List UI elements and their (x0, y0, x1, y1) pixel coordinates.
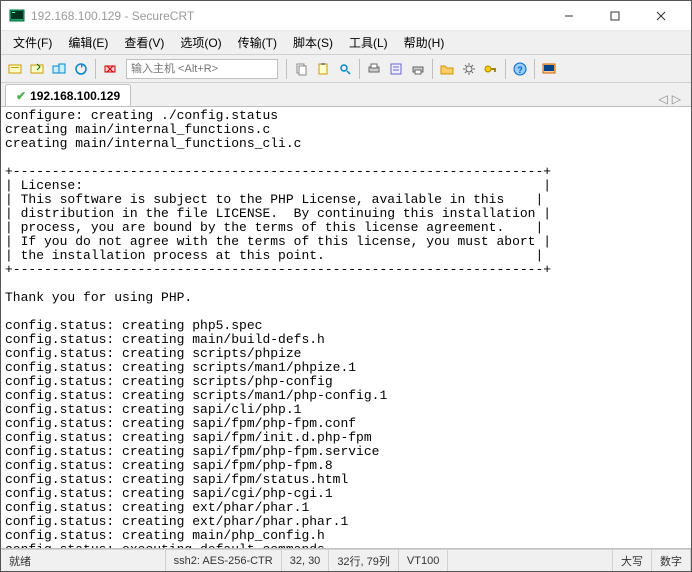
separator (359, 59, 360, 79)
print-icon[interactable] (364, 59, 384, 79)
tab-prev-icon[interactable]: ◁ (659, 92, 668, 106)
status-spacer (448, 550, 613, 571)
app-icon (9, 8, 25, 24)
menu-options[interactable]: 选项(O) (172, 32, 229, 53)
window-title: 192.168.100.129 - SecureCRT (31, 9, 546, 23)
properties-icon[interactable] (386, 59, 406, 79)
menu-help[interactable]: 帮助(H) (396, 32, 453, 53)
connect-icon[interactable] (5, 59, 25, 79)
menubar: 文件(F) 编辑(E) 查看(V) 选项(O) 传输(T) 脚本(S) 工具(L… (1, 31, 691, 55)
status-caps: 大写 (613, 550, 652, 571)
key-icon[interactable] (481, 59, 501, 79)
menu-tools[interactable]: 工具(L) (341, 32, 396, 53)
find-icon[interactable] (335, 59, 355, 79)
session-tab[interactable]: ✔ 192.168.100.129 (5, 84, 131, 106)
terminal-output[interactable]: configure: creating ./config.status crea… (1, 107, 691, 549)
paste-icon[interactable] (313, 59, 333, 79)
svg-text:?: ? (517, 65, 523, 75)
tab-next-icon[interactable]: ▷ (672, 92, 681, 106)
separator (505, 59, 506, 79)
titlebar: 192.168.100.129 - SecureCRT (1, 1, 691, 31)
menu-view[interactable]: 查看(V) (116, 32, 172, 53)
folder-icon[interactable] (437, 59, 457, 79)
statusbar: 就绪 ssh2: AES-256-CTR 32, 30 32行, 79列 VT1… (1, 549, 691, 571)
menu-script[interactable]: 脚本(S) (285, 32, 341, 53)
close-button[interactable] (638, 2, 683, 30)
status-size: 32行, 79列 (329, 550, 399, 571)
settings-icon[interactable] (459, 59, 479, 79)
tab-nav: ◁ ▷ (659, 92, 687, 106)
host-input[interactable] (126, 59, 278, 79)
quick-connect-icon[interactable] (27, 59, 47, 79)
separator (432, 59, 433, 79)
screen-icon[interactable] (539, 59, 559, 79)
minimize-button[interactable] (546, 2, 591, 30)
disconnect-icon[interactable] (100, 59, 120, 79)
tabbar: ✔ 192.168.100.129 ◁ ▷ (1, 83, 691, 107)
check-icon: ✔ (16, 89, 26, 103)
status-ready: 就绪 (1, 550, 166, 571)
status-cursor: 32, 30 (282, 550, 330, 571)
print2-icon[interactable] (408, 59, 428, 79)
menu-edit[interactable]: 编辑(E) (60, 32, 116, 53)
session-tabs-icon[interactable] (49, 59, 69, 79)
separator (95, 59, 96, 79)
separator (286, 59, 287, 79)
menu-transfer[interactable]: 传输(T) (230, 32, 285, 53)
tab-label: 192.168.100.129 (30, 89, 120, 103)
status-num: 数字 (652, 550, 691, 571)
help-icon[interactable]: ? (510, 59, 530, 79)
separator (534, 59, 535, 79)
copy-icon[interactable] (291, 59, 311, 79)
reconnect-icon[interactable] (71, 59, 91, 79)
status-cipher: ssh2: AES-256-CTR (166, 550, 282, 571)
menu-file[interactable]: 文件(F) (5, 32, 60, 53)
maximize-button[interactable] (592, 2, 637, 30)
status-emulation: VT100 (399, 550, 448, 571)
toolbar: ? (1, 55, 691, 83)
